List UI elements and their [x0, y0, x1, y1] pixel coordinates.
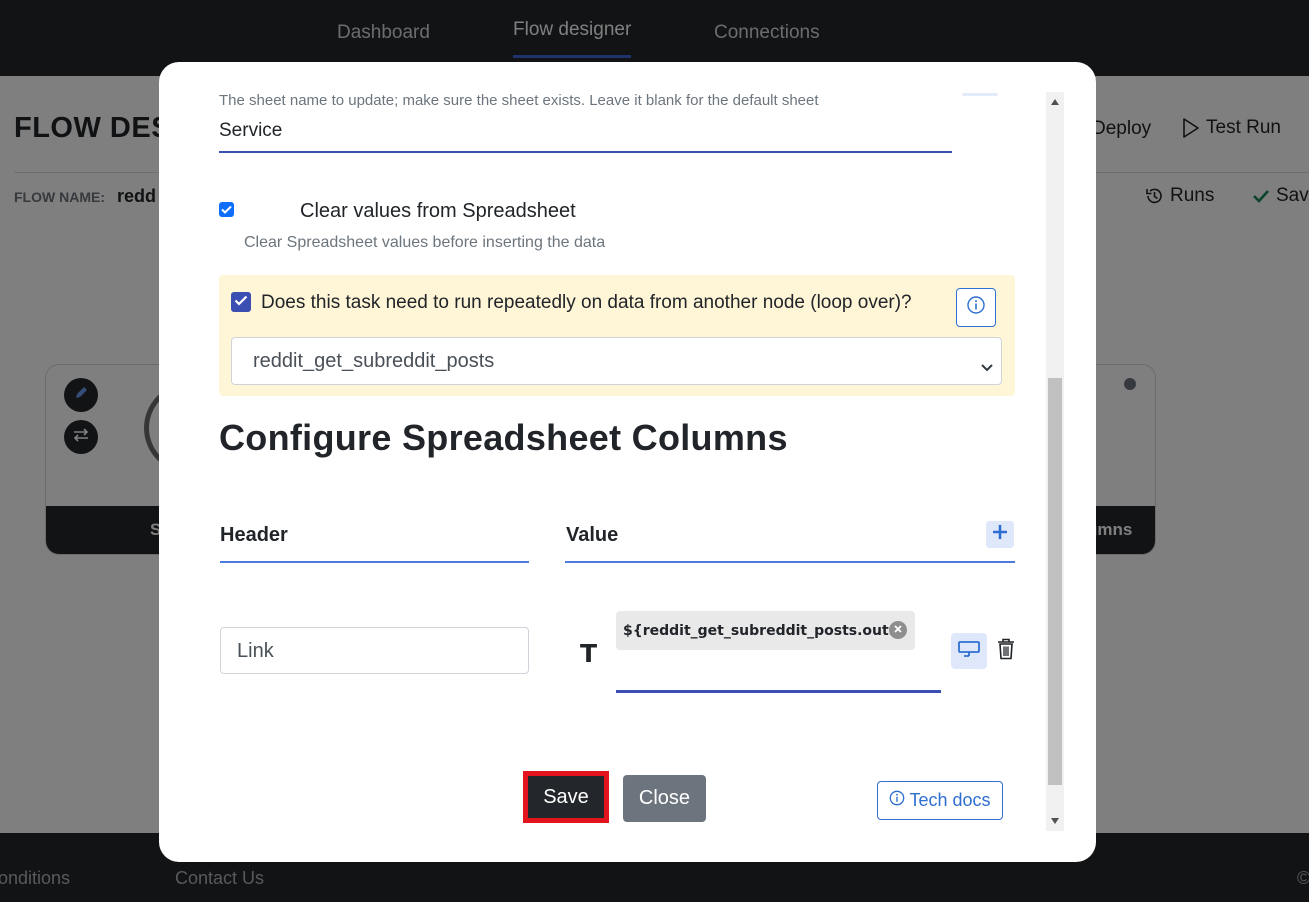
remove-chip-button[interactable]: [889, 621, 907, 639]
save-button-highlight: Save: [523, 771, 609, 823]
close-button[interactable]: Close: [623, 775, 706, 822]
header-column-label: Header: [220, 524, 288, 546]
expression-editor-button[interactable]: [951, 633, 987, 669]
columns-section-title: Configure Spreadsheet Columns: [219, 417, 788, 458]
header-column-underline: [220, 561, 529, 563]
clear-values-description: Clear Spreadsheet values before insertin…: [244, 234, 606, 251]
modal-scrollbar[interactable]: [1046, 92, 1064, 831]
value-column-underline: [565, 561, 1015, 563]
plus-icon: [992, 524, 1008, 545]
chevron-down-icon: [981, 355, 993, 378]
value-expression-chip[interactable]: ${reddit_get_subreddit_posts.out...: [616, 611, 915, 650]
loop-source-value: reddit_get_subreddit_posts: [253, 350, 495, 372]
scroll-up-arrow[interactable]: [1051, 99, 1059, 105]
info-icon: [966, 295, 986, 320]
loop-info-button[interactable]: [956, 288, 996, 327]
add-column-button[interactable]: [986, 521, 1014, 548]
loop-source-select[interactable]: reddit_get_subreddit_posts: [231, 337, 1002, 385]
tech-docs-button[interactable]: Tech docs: [877, 781, 1003, 820]
value-chip-text: ${reddit_get_subreddit_posts.out...: [623, 623, 905, 639]
scroll-thumb[interactable]: [1048, 378, 1062, 785]
delete-column-button[interactable]: [995, 638, 1017, 664]
column-header-input[interactable]: Link: [220, 627, 529, 674]
checkmark-icon: [221, 201, 232, 219]
value-input-underline: [616, 690, 941, 693]
monitor-icon: [957, 639, 981, 664]
checkmark-icon: [234, 293, 248, 311]
clear-values-checkbox[interactable]: [219, 202, 234, 217]
close-icon: [893, 622, 903, 638]
value-column-label: Value: [566, 524, 619, 546]
trash-icon: [997, 638, 1015, 665]
clear-values-label: Clear values from Spreadsheet: [300, 200, 576, 222]
loop-over-label: Does this task need to run repeatedly on…: [261, 292, 912, 313]
sheet-name-hint: The sheet name to update; make sure the …: [219, 92, 819, 109]
top-stub: [962, 93, 998, 96]
info-icon: [889, 790, 905, 811]
tech-docs-label: Tech docs: [909, 790, 991, 810]
text-type-icon[interactable]: T: [580, 639, 597, 668]
scroll-down-arrow[interactable]: [1051, 818, 1059, 824]
node-config-modal: The sheet name to update; make sure the …: [159, 62, 1096, 862]
loop-over-checkbox[interactable]: [231, 292, 251, 312]
save-button[interactable]: Save: [528, 776, 604, 818]
sheet-name-input[interactable]: Service: [219, 116, 952, 153]
